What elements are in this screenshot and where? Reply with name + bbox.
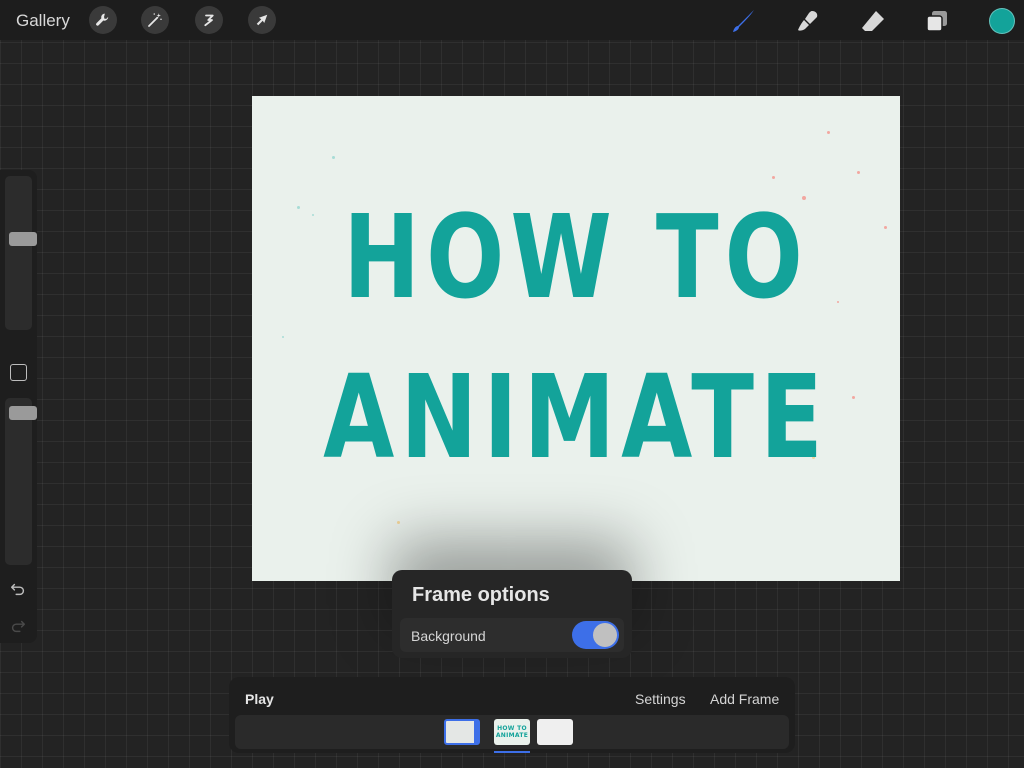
brush-icon <box>733 10 754 32</box>
current-frame-indicator <box>494 751 530 753</box>
frame-thumbnail-text: HOW TO ANIMATE <box>494 719 530 739</box>
brush-size-thumb[interactable] <box>9 232 37 246</box>
arrow-cursor-icon <box>256 14 268 26</box>
paint-speck <box>827 131 830 134</box>
artwork-text-line-1: HOW TO <box>343 190 809 325</box>
animation-assist-bar: Play Settings Add Frame HOW TO ANIMATE <box>229 677 795 753</box>
opacity-thumb[interactable] <box>9 406 37 420</box>
top-toolbar: Gallery <box>0 0 1024 40</box>
thumb-line-1: HOW TO <box>497 725 527 732</box>
redo-button[interactable] <box>9 617 27 640</box>
frame-thumbnail-art[interactable]: HOW TO ANIMATE <box>494 719 530 745</box>
wrench-icon <box>96 13 109 26</box>
current-color-swatch[interactable] <box>989 8 1015 34</box>
thumb-line-2: ANIMATE <box>495 732 529 739</box>
add-frame-button[interactable]: Add Frame <box>710 691 779 707</box>
artwork-text-line-2: ANIMATE <box>323 350 829 485</box>
undo-button[interactable] <box>9 580 27 603</box>
paint-speck <box>332 156 335 159</box>
magic-wand-icon <box>148 13 162 27</box>
smudge-tool[interactable] <box>793 6 823 36</box>
paint-speck <box>772 176 775 179</box>
layers-tool[interactable] <box>922 6 952 36</box>
transform-button[interactable] <box>248 6 276 34</box>
background-option-row: Background <box>400 618 624 652</box>
settings-button[interactable]: Settings <box>635 691 686 707</box>
drawing-canvas[interactable]: HOW TO ANIMATE <box>252 96 900 581</box>
modify-button[interactable] <box>10 364 27 381</box>
paint-tool[interactable] <box>728 6 758 36</box>
toggle-knob <box>593 623 617 647</box>
frame-options-title: Frame options <box>412 584 550 606</box>
actions-button[interactable] <box>89 6 117 34</box>
paint-speck <box>857 171 860 174</box>
paint-speck <box>282 336 284 338</box>
left-sidebar <box>0 170 37 643</box>
adjustments-button[interactable] <box>141 6 169 34</box>
selection-icon <box>204 14 214 27</box>
redo-icon <box>11 620 26 633</box>
paint-speck <box>397 521 400 524</box>
brush-size-slider[interactable] <box>5 176 37 330</box>
frame-thumbnail-blank[interactable] <box>537 719 573 745</box>
frame-timeline: HOW TO ANIMATE <box>235 715 789 749</box>
smudge-icon <box>798 11 818 31</box>
background-label: Background <box>411 628 486 644</box>
layers-icon <box>926 11 947 32</box>
background-toggle[interactable] <box>572 621 619 649</box>
frame-thumbnail-background[interactable] <box>444 719 480 745</box>
eraser-tool[interactable] <box>858 6 888 36</box>
undo-icon <box>10 583 25 596</box>
opacity-slider[interactable] <box>5 398 37 565</box>
gallery-button[interactable]: Gallery <box>16 11 70 31</box>
selection-button[interactable] <box>195 6 223 34</box>
frame-options-popup: Frame options Background <box>392 570 632 658</box>
play-button[interactable]: Play <box>245 691 274 707</box>
eraser-icon <box>862 11 884 31</box>
